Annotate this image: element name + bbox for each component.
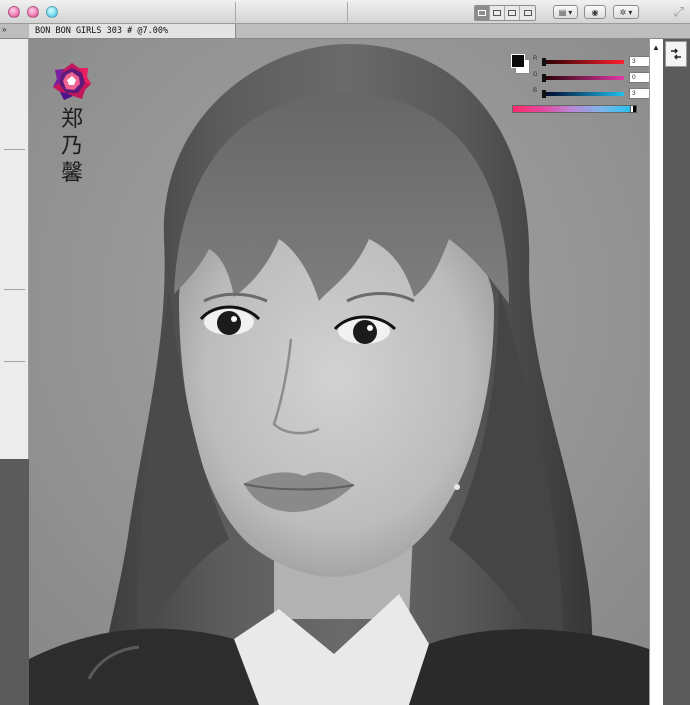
jewel-logo-icon (53, 63, 91, 100)
eye-icon: ◉ (591, 7, 599, 17)
name-char: 郑 (60, 107, 83, 132)
gear-icon: ✲ (619, 7, 627, 17)
tab-bar: » BON BON GIRLS 303 # @7.00% (0, 24, 690, 39)
window-titlebar: ▤ ▾ ◉ ✲ ▾ ⤢ (0, 0, 690, 24)
slider-label: B (533, 88, 538, 94)
grid-view-icon[interactable] (475, 6, 490, 20)
tools-panel (0, 39, 29, 459)
view-mode-group (474, 5, 536, 21)
resize-icon[interactable]: ⤢ (674, 4, 684, 20)
chevron-down-icon: ▾ (568, 7, 573, 17)
black-white-picker[interactable] (630, 105, 637, 113)
slider-knob[interactable] (542, 74, 546, 82)
dock-button[interactable] (665, 41, 687, 67)
arrange-button[interactable]: ▤ ▾ (553, 5, 578, 19)
quicklook-button[interactable]: ◉ (584, 5, 606, 19)
red-slider[interactable]: R 3 (533, 56, 649, 68)
panel-divider (4, 361, 25, 362)
panel-divider (4, 149, 25, 150)
slider-knob[interactable] (542, 58, 546, 66)
slider-track[interactable] (542, 60, 624, 64)
collapse-panel-icon[interactable]: » (2, 25, 7, 34)
slider-label: G (533, 72, 538, 78)
slider-value-field[interactable]: 3 (629, 88, 649, 99)
slider-knob[interactable] (542, 90, 546, 98)
scroll-up-icon[interactable]: ▲ (652, 43, 660, 52)
color-panel: R 3 G 0 B 3 (510, 52, 649, 116)
column-view-icon[interactable] (505, 6, 520, 20)
action-button[interactable]: ✲ ▾ (613, 5, 639, 19)
minimize-button[interactable] (27, 6, 39, 18)
slider-value-field[interactable]: 3 (629, 56, 649, 67)
portrait-photo (29, 39, 649, 705)
zoom-button[interactable] (46, 6, 58, 18)
coverflow-view-icon[interactable] (520, 6, 535, 20)
slider-label: R (533, 56, 538, 62)
slider-track[interactable] (542, 76, 624, 80)
vertical-scrollbar[interactable]: ▲ (649, 39, 663, 705)
name-char: 馨 (60, 161, 83, 186)
panel-divider (4, 289, 25, 290)
right-dock (663, 39, 690, 705)
slider-track[interactable] (542, 92, 624, 96)
foreground-color-swatch[interactable] (511, 54, 525, 68)
close-button[interactable] (8, 6, 20, 18)
document-tab[interactable]: BON BON GIRLS 303 # @7.00% (29, 24, 236, 38)
toolbar-divider (235, 2, 236, 22)
name-char: 乃 (60, 134, 83, 159)
swap-icon (671, 48, 681, 60)
document-canvas[interactable]: 郑 乃 馨 R 3 G 0 B 3 (29, 39, 649, 705)
green-slider[interactable]: G 0 (533, 72, 649, 84)
blue-slider[interactable]: B 3 (533, 88, 649, 100)
list-view-icon[interactable] (490, 6, 505, 20)
color-spectrum-bar[interactable] (512, 105, 634, 113)
chevron-down-icon: ▾ (628, 7, 633, 17)
slider-value-field[interactable]: 0 (629, 72, 649, 83)
arrange-icon: ▤ (558, 7, 567, 17)
vertical-name-text: 郑 乃 馨 (54, 106, 90, 187)
toolbar-divider (347, 2, 348, 22)
